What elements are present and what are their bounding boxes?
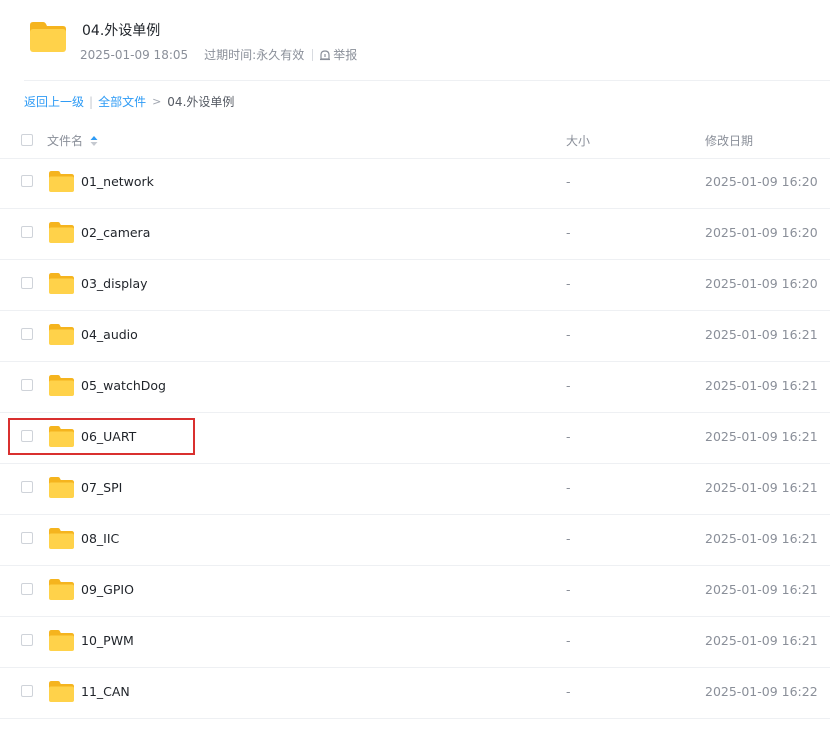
- folder-icon: [49, 630, 74, 651]
- share-header: 04.外设单例 2025-01-09 18:05 过期时间: 永久有效 举报: [24, 12, 830, 81]
- select-all-checkbox[interactable]: [21, 134, 33, 146]
- file-size: -: [566, 225, 571, 240]
- file-date: 2025-01-09 16:20: [705, 174, 818, 189]
- share-meta: 2025-01-09 18:05 过期时间: 永久有效 举报: [80, 46, 357, 63]
- sort-icon[interactable]: [90, 135, 98, 147]
- table-row[interactable]: 08_IIC - 2025-01-09 16:21: [0, 515, 830, 566]
- table-row[interactable]: 02_camera - 2025-01-09 16:20: [0, 209, 830, 260]
- file-size: -: [566, 327, 571, 342]
- file-date: 2025-01-09 16:21: [705, 582, 818, 597]
- row-checkbox[interactable]: [21, 175, 33, 187]
- meta-divider: [312, 48, 314, 61]
- file-date: 2025-01-09 16:21: [705, 633, 818, 648]
- share-date: 2025-01-09 18:05: [80, 47, 189, 62]
- row-checkbox[interactable]: [21, 277, 33, 289]
- folder-icon: [49, 273, 74, 294]
- folder-icon: [49, 375, 74, 396]
- table-row[interactable]: 09_GPIO - 2025-01-09 16:21: [0, 566, 830, 617]
- file-name[interactable]: 07_SPI: [81, 480, 122, 495]
- file-name[interactable]: 10_PWM: [81, 633, 134, 648]
- expire-value: 永久有效: [256, 48, 305, 62]
- breadcrumb-current: 04.外设单例: [167, 95, 235, 109]
- table-row[interactable]: 03_display - 2025-01-09 16:20: [0, 260, 830, 311]
- folder-icon: [30, 22, 66, 52]
- back-link[interactable]: 返回上一级: [24, 93, 84, 110]
- file-date: 2025-01-09 16:20: [705, 225, 818, 240]
- column-size[interactable]: 大小: [566, 132, 590, 149]
- file-name[interactable]: 09_GPIO: [81, 582, 134, 597]
- file-date: 2025-01-09 16:21: [705, 327, 818, 342]
- table-row[interactable]: 04_audio - 2025-01-09 16:21: [0, 311, 830, 362]
- file-date: 2025-01-09 16:20: [705, 276, 818, 291]
- file-size: -: [566, 276, 571, 291]
- report-label: 举报: [333, 48, 358, 62]
- file-name[interactable]: 06_UART: [81, 429, 136, 444]
- expire-label: 过期时间:: [204, 48, 257, 62]
- file-size: -: [566, 174, 571, 189]
- folder-icon: [49, 426, 74, 447]
- folder-icon: [49, 324, 74, 345]
- table-row[interactable]: 01_network - 2025-01-09 16:20: [0, 158, 830, 209]
- breadcrumb: 返回上一级 | 全部文件 > 04.外设单例: [24, 93, 234, 110]
- file-name[interactable]: 02_camera: [81, 225, 150, 240]
- file-date: 2025-01-09 16:21: [705, 480, 818, 495]
- row-checkbox[interactable]: [21, 481, 33, 493]
- breadcrumb-arrow-icon: >: [152, 95, 162, 108]
- column-date[interactable]: 修改日期: [705, 132, 753, 149]
- table-row[interactable]: 06_UART - 2025-01-09 16:21: [0, 413, 830, 464]
- row-checkbox[interactable]: [21, 379, 33, 391]
- file-name[interactable]: 08_IIC: [81, 531, 119, 546]
- file-name[interactable]: 01_network: [81, 174, 154, 189]
- table-row[interactable]: 10_PWM - 2025-01-09 16:21: [0, 617, 830, 668]
- table-row[interactable]: 05_watchDog - 2025-01-09 16:21: [0, 362, 830, 413]
- file-date: 2025-01-09 16:21: [705, 378, 818, 393]
- row-checkbox[interactable]: [21, 532, 33, 544]
- report-button[interactable]: 举报: [319, 46, 357, 63]
- folder-icon: [49, 222, 74, 243]
- table-row[interactable]: 11_CAN - 2025-01-09 16:22: [0, 668, 830, 719]
- file-name[interactable]: 05_watchDog: [81, 378, 166, 393]
- file-size: -: [566, 582, 571, 597]
- page-title: 04.外设单例: [82, 23, 161, 39]
- file-size: -: [566, 378, 571, 393]
- row-checkbox[interactable]: [21, 685, 33, 697]
- file-name[interactable]: 04_audio: [81, 327, 138, 342]
- row-checkbox[interactable]: [21, 634, 33, 646]
- file-size: -: [566, 429, 571, 444]
- file-size: -: [566, 480, 571, 495]
- file-name[interactable]: 03_display: [81, 276, 148, 291]
- file-date: 2025-01-09 16:22: [705, 684, 818, 699]
- folder-icon: [49, 681, 74, 702]
- column-name[interactable]: 文件名: [47, 132, 98, 149]
- file-date: 2025-01-09 16:21: [705, 429, 818, 444]
- column-name-label: 文件名: [47, 134, 84, 148]
- file-size: -: [566, 633, 571, 648]
- folder-icon: [49, 171, 74, 192]
- breadcrumb-separator: |: [89, 94, 94, 109]
- row-checkbox[interactable]: [21, 226, 33, 238]
- file-size: -: [566, 531, 571, 546]
- all-files-link[interactable]: 全部文件: [98, 93, 146, 110]
- file-size: -: [566, 684, 571, 699]
- list-header: 文件名 大小 修改日期: [0, 122, 830, 159]
- row-checkbox[interactable]: [21, 430, 33, 442]
- row-checkbox[interactable]: [21, 328, 33, 340]
- row-checkbox[interactable]: [21, 583, 33, 595]
- report-icon: [320, 49, 331, 60]
- folder-icon: [49, 477, 74, 498]
- folder-icon: [49, 528, 74, 549]
- file-date: 2025-01-09 16:21: [705, 531, 818, 546]
- folder-icon: [49, 579, 74, 600]
- file-name[interactable]: 11_CAN: [81, 684, 130, 699]
- table-row[interactable]: 07_SPI - 2025-01-09 16:21: [0, 464, 830, 515]
